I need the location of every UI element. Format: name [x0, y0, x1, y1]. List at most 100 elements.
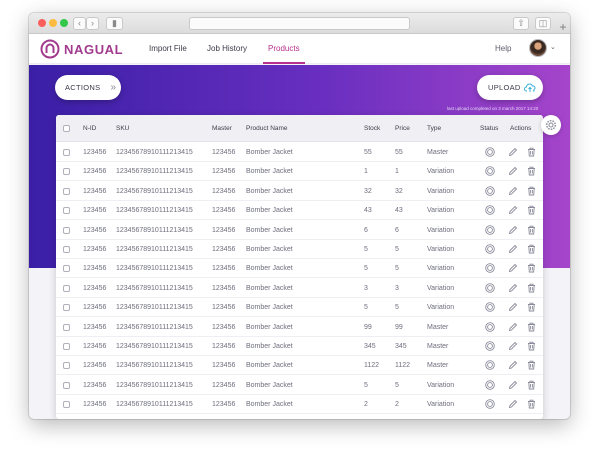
- chevron-down-icon[interactable]: ⌄: [550, 43, 556, 51]
- table-row[interactable]: 123456 12345678910111213415 123456 Bomber J…: [56, 221, 543, 240]
- table-row[interactable]: 123456 12345678910111213415 123456 Bomber J…: [56, 279, 543, 298]
- status-indicator-icon[interactable]: [485, 399, 495, 409]
- edit-pencil-icon[interactable]: [508, 360, 518, 370]
- share-icon[interactable]: ⇧: [513, 17, 529, 30]
- status-indicator-icon[interactable]: [485, 224, 495, 235]
- delete-trash-icon[interactable]: [527, 225, 536, 235]
- edit-pencil-icon[interactable]: [508, 341, 518, 351]
- delete-trash-icon[interactable]: [527, 244, 536, 254]
- upload-button[interactable]: UPLOAD: [477, 75, 543, 100]
- status-indicator-icon[interactable]: [485, 205, 495, 215]
- back-arrow-icon[interactable]: ‹: [73, 17, 86, 30]
- edit-pencil-icon[interactable]: [508, 302, 518, 312]
- edit-pencil-icon[interactable]: [508, 205, 518, 215]
- table-row[interactable]: 123456 12345678910111213415 123456 Bomber J…: [56, 356, 543, 376]
- edit-pencil-icon[interactable]: [508, 283, 518, 293]
- edit-pencil-icon[interactable]: [508, 225, 518, 235]
- row-checkbox[interactable]: [63, 207, 70, 215]
- select-all-checkbox[interactable]: [63, 125, 70, 132]
- delete-trash-icon[interactable]: [527, 166, 536, 176]
- table-row[interactable]: 123456 12345678910111213415 123456 Bomber J…: [56, 143, 543, 162]
- address-bar[interactable]: [189, 17, 410, 30]
- sidebar-toggle-icon[interactable]: ▮: [106, 17, 123, 30]
- row-checkbox[interactable]: [63, 149, 70, 156]
- table-row[interactable]: 123456 12345678910111213415 123456 Bomber J…: [56, 201, 543, 221]
- minimize-window-button[interactable]: [49, 19, 57, 27]
- edit-pencil-icon[interactable]: [508, 399, 518, 409]
- zoom-window-button[interactable]: [60, 19, 68, 27]
- header-type[interactable]: Type: [427, 125, 441, 132]
- delete-trash-icon[interactable]: [527, 399, 536, 409]
- nav-import-file[interactable]: Import File: [149, 44, 187, 53]
- row-checkbox[interactable]: [63, 246, 70, 253]
- table-row[interactable]: 123456 12345678910111213415 123456 Bomber J…: [56, 318, 543, 337]
- tab-overview-icon[interactable]: ◫: [535, 17, 551, 30]
- table-row[interactable]: 123456 12345678910111213415 123456 Bomber J…: [56, 298, 543, 318]
- table-settings-button[interactable]: [541, 115, 561, 135]
- table-row[interactable]: 123456 12345678910111213415 123456 Bomber J…: [56, 259, 543, 279]
- table-row[interactable]: 123456 12345678910111213415 123456 Bomber J…: [56, 162, 543, 182]
- header-status[interactable]: Status: [480, 125, 498, 132]
- edit-pencil-icon[interactable]: [508, 380, 518, 390]
- table-row[interactable]: 123456 12345678910111213415 123456 Bomber J…: [56, 337, 543, 356]
- status-indicator-icon[interactable]: [485, 186, 495, 196]
- status-indicator-icon[interactable]: [485, 302, 495, 312]
- delete-trash-icon[interactable]: [527, 263, 536, 273]
- header-master[interactable]: Master: [212, 125, 232, 132]
- status-indicator-icon[interactable]: [485, 321, 495, 332]
- status-indicator-icon[interactable]: [485, 166, 495, 177]
- delete-trash-icon[interactable]: [527, 205, 536, 215]
- nagual-logo[interactable]: NAGUAL: [40, 39, 123, 59]
- table-row[interactable]: 123456 12345678910111213415 123456 Bomber J…: [56, 395, 543, 415]
- delete-trash-icon[interactable]: [527, 322, 536, 332]
- row-checkbox[interactable]: [63, 304, 70, 312]
- close-window-button[interactable]: [38, 19, 46, 27]
- status-indicator-icon[interactable]: [485, 147, 495, 157]
- user-avatar[interactable]: [529, 39, 547, 57]
- status-indicator-icon[interactable]: [485, 380, 495, 390]
- table-row[interactable]: 123456 12345678910111213415 123456 Bomber J…: [56, 376, 543, 395]
- row-checkbox[interactable]: [63, 284, 70, 292]
- row-checkbox[interactable]: [63, 226, 70, 234]
- row-checkbox[interactable]: [63, 265, 70, 273]
- row-checkbox[interactable]: [63, 187, 70, 195]
- cell-type: Variation: [427, 187, 455, 195]
- delete-trash-icon[interactable]: [527, 380, 536, 390]
- delete-trash-icon[interactable]: [527, 186, 536, 196]
- nav-job-history[interactable]: Job History: [207, 44, 247, 53]
- delete-trash-icon[interactable]: [527, 283, 536, 293]
- edit-pencil-icon[interactable]: [508, 244, 518, 254]
- status-indicator-icon[interactable]: [485, 263, 495, 274]
- header-product-name[interactable]: Product Name: [246, 125, 288, 132]
- status-indicator-icon[interactable]: [485, 341, 495, 351]
- delete-trash-icon[interactable]: [527, 360, 536, 370]
- row-checkbox[interactable]: [63, 362, 70, 370]
- row-checkbox[interactable]: [63, 323, 70, 331]
- header-sku[interactable]: SKU: [116, 125, 129, 132]
- forward-arrow-icon[interactable]: ›: [86, 17, 99, 30]
- delete-trash-icon[interactable]: [527, 147, 536, 157]
- status-indicator-icon[interactable]: [485, 244, 495, 254]
- table-row[interactable]: 123456 12345678910111213415 123456 Bomber J…: [56, 182, 543, 201]
- row-checkbox[interactable]: [63, 381, 70, 389]
- delete-trash-icon[interactable]: [527, 341, 536, 351]
- row-checkbox[interactable]: [63, 343, 70, 350]
- edit-pencil-icon[interactable]: [508, 166, 518, 176]
- status-indicator-icon[interactable]: [485, 283, 495, 293]
- table-row[interactable]: 123456 12345678910111213415 123456 Bomber J…: [56, 240, 543, 259]
- help-link[interactable]: Help: [495, 44, 511, 53]
- header-stock[interactable]: Stock: [364, 125, 380, 132]
- new-tab-plus-icon[interactable]: +: [556, 20, 570, 34]
- edit-pencil-icon[interactable]: [508, 147, 518, 157]
- header-price[interactable]: Price: [395, 125, 410, 132]
- edit-pencil-icon[interactable]: [508, 322, 518, 332]
- actions-button[interactable]: ACTIONS »: [55, 75, 121, 100]
- row-checkbox[interactable]: [63, 168, 70, 176]
- edit-pencil-icon[interactable]: [508, 263, 518, 273]
- status-indicator-icon[interactable]: [485, 360, 495, 371]
- edit-pencil-icon[interactable]: [508, 186, 518, 196]
- header-nid[interactable]: N-ID: [83, 125, 96, 132]
- nav-products[interactable]: Products: [268, 44, 300, 53]
- delete-trash-icon[interactable]: [527, 302, 536, 312]
- row-checkbox[interactable]: [63, 401, 70, 409]
